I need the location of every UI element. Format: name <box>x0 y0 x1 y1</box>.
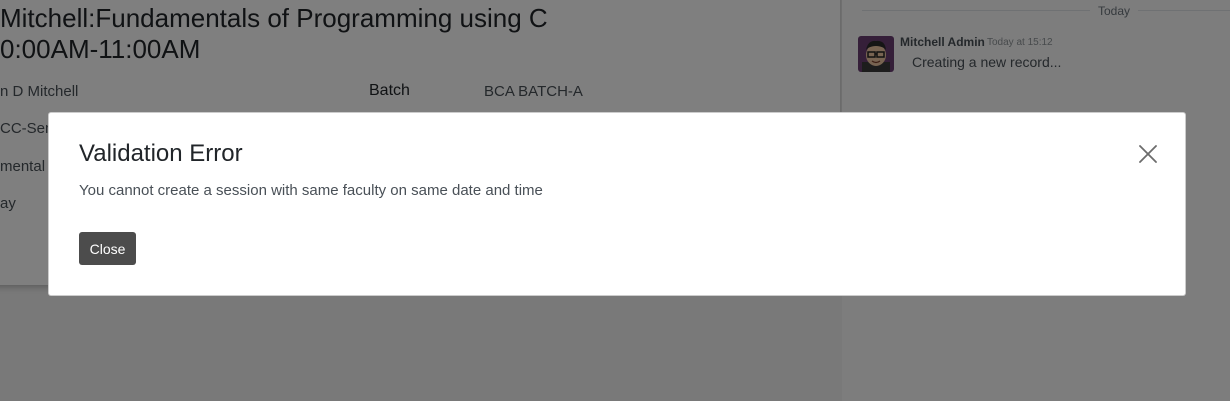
dialog-message: You cannot create a session with same fa… <box>79 182 543 199</box>
close-button[interactable]: Close <box>79 232 136 265</box>
validation-error-dialog: Validation Error You cannot create a ses… <box>48 112 1186 296</box>
close-icon[interactable] <box>1137 143 1159 165</box>
dialog-title: Validation Error <box>79 140 243 167</box>
